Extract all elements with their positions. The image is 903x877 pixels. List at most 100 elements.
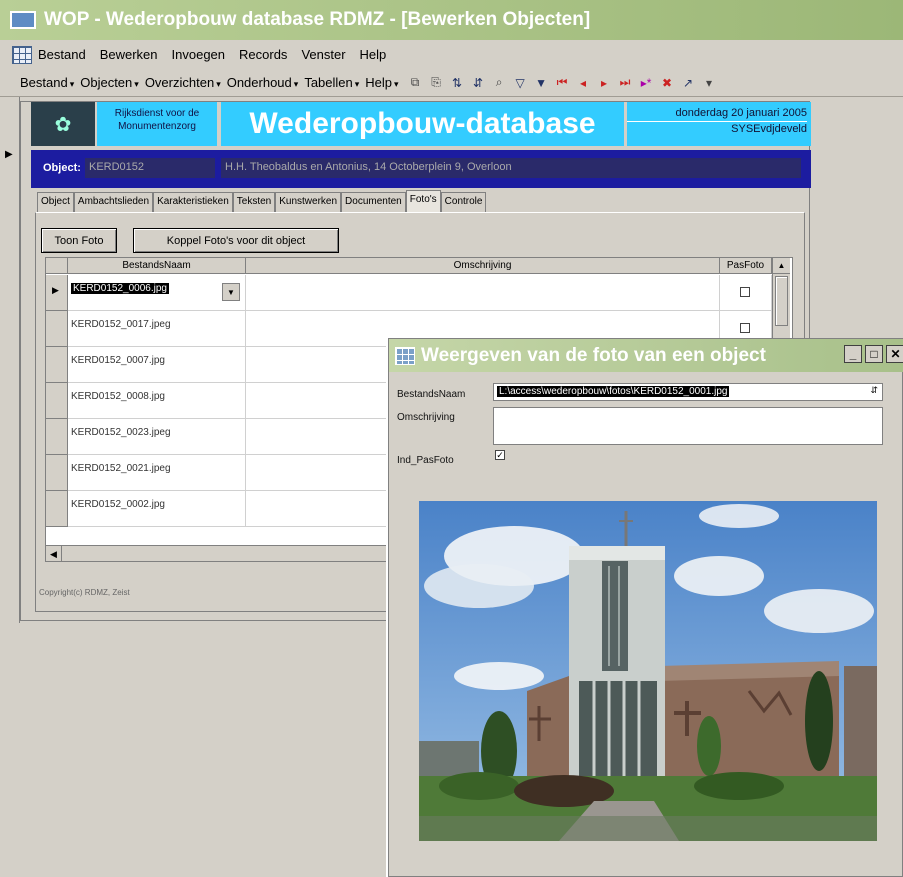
apply-filter-icon[interactable]: ▼ <box>534 75 549 90</box>
copy-icon[interactable]: ⧉ <box>408 75 423 90</box>
window-title: WOP - Wederopbouw database RDMZ - [Bewer… <box>44 9 591 30</box>
record-selector[interactable]: ▶ <box>0 97 20 623</box>
tab-kunstwerken[interactable]: Kunstwerken <box>275 192 342 212</box>
menu-venster[interactable]: Venster <box>301 47 345 62</box>
toolbar-menu-onderhoud[interactable]: Onderhoud <box>227 75 299 90</box>
koppel-fotos-button[interactable]: Koppel Foto's voor dit object <box>133 228 339 253</box>
popup-titlebar: Weergeven van de foto van een object _ □… <box>389 339 903 372</box>
row-selector[interactable] <box>46 311 68 347</box>
org-line-1: Rijksdienst voor de <box>114 108 200 119</box>
scroll-up-icon[interactable]: ▲ <box>773 258 790 274</box>
tab-karakteristieken[interactable]: Karakteristieken <box>153 192 233 212</box>
find-icon[interactable]: ⌕ <box>492 75 507 90</box>
object-code-field[interactable]: KERD0152 <box>85 158 215 178</box>
tab-controle[interactable]: Controle <box>440 192 487 212</box>
date-user-box: donderdag 20 januari 2005 SYSEvdjdeveld <box>627 102 811 146</box>
dropdown-icon[interactable]: ▼ <box>222 283 240 301</box>
row-selector[interactable] <box>46 347 68 383</box>
header-bestandsnaam[interactable]: BestandsNaam <box>68 258 246 274</box>
organisation-label: Rijksdienst voor de Monumentenzorg <box>97 102 217 146</box>
filename-text: KERD0152_0023.jpeg <box>71 427 171 438</box>
filter-selection-icon[interactable]: ▽ <box>513 75 528 90</box>
filename-text: KERD0152_0007.jpg <box>71 355 165 366</box>
cell-bestandsnaam[interactable]: KERD0152_0002.jpg <box>68 491 246 527</box>
tab-fotos[interactable]: Foto's <box>405 190 441 212</box>
last-record-icon[interactable]: ⏭ <box>618 75 633 90</box>
scroll-left-icon[interactable]: ◀ <box>46 546 62 561</box>
tab-object[interactable]: Object <box>37 192 74 212</box>
toolbar: Bestand Objecten Overzichten Onderhoud T… <box>0 69 903 97</box>
church-photo-image <box>419 501 877 841</box>
copyright: Copyright(c) RDMZ, Zeist <box>39 588 130 597</box>
toolbar-menu-overzichten[interactable]: Overzichten <box>145 75 221 90</box>
tab-documenten[interactable]: Documenten <box>341 192 406 212</box>
menu-bewerken[interactable]: Bewerken <box>100 47 158 62</box>
delete-record-icon[interactable]: ✖ <box>660 75 675 90</box>
filename-text: KERD0152_0021.jpeg <box>71 463 171 474</box>
header-band: ✿ Rijksdienst voor de Monumentenzorg Wed… <box>31 102 811 146</box>
paste-icon[interactable]: ⎘ <box>429 75 444 90</box>
label-ind-pasfoto: Ind_PasFoto <box>397 455 454 466</box>
chart-icon[interactable]: ↗ <box>681 75 696 90</box>
cell-bestandsnaam[interactable]: KERD0152_0023.jpeg <box>68 419 246 455</box>
previous-record-icon[interactable]: ◂ <box>576 75 591 90</box>
app-icon <box>10 11 36 29</box>
first-record-icon[interactable]: ⏮ <box>555 75 570 90</box>
filename-value: L:\access\wederopbouw\fotos\KERD0152_000… <box>497 386 730 397</box>
object-description-field[interactable]: H.H. Theobaldus en Antonius, 14 Octoberp… <box>221 158 801 178</box>
pasfoto-checkbox[interactable]: ✓ <box>495 450 505 460</box>
current-user: SYSEvdjdeveld <box>731 123 807 135</box>
close-icon[interactable]: ✕ <box>886 345 903 363</box>
menubar: Bestand Bewerken Invoegen Records Venste… <box>0 40 903 69</box>
header-pasfoto[interactable]: PasFoto <box>720 258 772 274</box>
cell-omschrijving[interactable] <box>246 275 720 311</box>
menu-records[interactable]: Records <box>239 47 287 62</box>
maximize-icon[interactable]: □ <box>865 345 883 363</box>
toolbar-options-icon[interactable]: ▾ <box>702 75 717 90</box>
filename-text: KERD0152_0017.jpeg <box>71 319 171 330</box>
row-selector[interactable] <box>46 455 68 491</box>
cell-bestandsnaam[interactable]: KERD0152_0021.jpeg <box>68 455 246 491</box>
description-field[interactable] <box>493 407 883 445</box>
document-icon[interactable] <box>12 45 32 64</box>
current-record-arrow-icon: ▶ <box>5 149 13 160</box>
pasfoto-row-checkbox[interactable] <box>740 287 750 297</box>
filename-field[interactable]: L:\access\wederopbouw\fotos\KERD0152_000… <box>493 383 883 401</box>
minimize-icon[interactable]: _ <box>844 345 862 363</box>
sort-descending-icon[interactable]: ⇵ <box>471 75 486 90</box>
grid-corner <box>46 258 68 274</box>
object-bar: Object: KERD0152 H.H. Theobaldus en Anto… <box>31 150 811 188</box>
tab-ambachtslieden[interactable]: Ambachtslieden <box>73 192 154 212</box>
scroll-thumb[interactable] <box>775 276 788 326</box>
next-record-icon[interactable]: ▸ <box>597 75 612 90</box>
menu-invoegen[interactable]: Invoegen <box>172 47 226 62</box>
row-selector[interactable]: ▶ <box>46 275 68 311</box>
label-bestandsnaam: BestandsNaam <box>397 389 466 400</box>
cell-bestandsnaam[interactable]: KERD0152_0008.jpg <box>68 383 246 419</box>
row-selector[interactable] <box>46 419 68 455</box>
toolbar-menu-bestand[interactable]: Bestand <box>20 75 74 90</box>
menu-help[interactable]: Help <box>360 47 387 62</box>
church-photo <box>419 501 877 841</box>
toolbar-menu-tabellen[interactable]: Tabellen <box>304 75 359 90</box>
new-record-icon[interactable]: ▸* <box>639 75 654 90</box>
row-selector[interactable] <box>46 383 68 419</box>
stepper-icon[interactable]: ⇵ <box>868 385 880 396</box>
cell-bestandsnaam[interactable]: KERD0152_0006.jpg <box>68 275 246 311</box>
toolbar-menu-objecten[interactable]: Objecten <box>80 75 139 90</box>
database-title: Wederopbouw-database <box>221 102 624 146</box>
cell-bestandsnaam[interactable]: KERD0152_0007.jpg <box>68 347 246 383</box>
toon-foto-button[interactable]: Toon Foto <box>41 228 117 253</box>
sort-ascending-icon[interactable]: ⇅ <box>450 75 465 90</box>
menu-bestand[interactable]: Bestand <box>38 47 86 62</box>
form-icon <box>395 346 415 365</box>
photo-popup-window: Weergeven van de foto van een object _ □… <box>388 338 903 877</box>
tab-teksten[interactable]: Teksten <box>232 192 276 212</box>
toolbar-menu-help[interactable]: Help <box>365 75 398 90</box>
header-omschrijving[interactable]: Omschrijving <box>246 258 720 274</box>
label-omschrijving: Omschrijving <box>397 412 455 423</box>
current-date: donderdag 20 januari 2005 <box>675 107 807 119</box>
cell-bestandsnaam[interactable]: KERD0152_0017.jpeg <box>68 311 246 347</box>
row-selector[interactable] <box>46 491 68 527</box>
pasfoto-row-checkbox[interactable] <box>740 323 750 333</box>
